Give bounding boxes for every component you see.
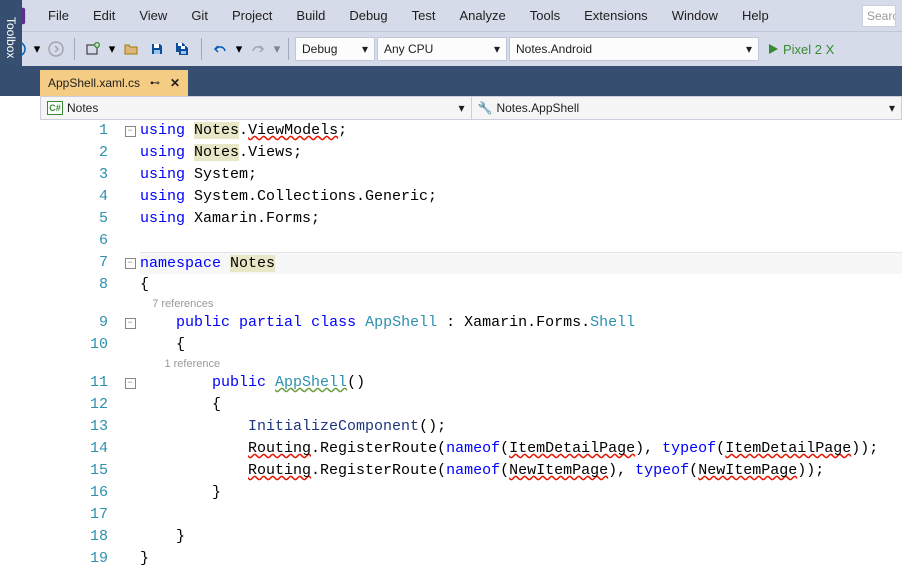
line-number: 7 bbox=[40, 252, 108, 274]
search-input[interactable]: Search bbox=[862, 5, 896, 27]
code-line[interactable]: } bbox=[140, 526, 902, 548]
open-file-button[interactable] bbox=[119, 37, 143, 61]
code-line[interactable] bbox=[140, 230, 902, 252]
line-number: 4 bbox=[40, 186, 108, 208]
line-number: 2 bbox=[40, 142, 108, 164]
code-navigation-bar: C# Notes ▾ 🔧 Notes.AppShell ▾ bbox=[40, 96, 902, 120]
menu-test[interactable]: Test bbox=[400, 2, 448, 29]
undo-button[interactable] bbox=[208, 37, 232, 61]
fold-toggle-icon[interactable]: − bbox=[125, 258, 136, 269]
toolbox-panel-tab[interactable]: Toolbox bbox=[0, 0, 22, 70]
configuration-combo[interactable]: Debug▾ bbox=[295, 37, 375, 61]
line-number: 6 bbox=[40, 230, 108, 252]
code-line[interactable]: Routing.RegisterRoute(nameof(ItemDetailP… bbox=[140, 438, 902, 460]
menu-bar: FileEditViewGitProjectBuildDebugTestAnal… bbox=[0, 0, 902, 32]
menu-extensions[interactable]: Extensions bbox=[572, 2, 660, 29]
redo-button bbox=[246, 37, 270, 61]
menu-view[interactable]: View bbox=[127, 2, 179, 29]
fold-toggle-icon[interactable]: − bbox=[125, 318, 136, 329]
code-editor[interactable]: 12345678910111213141516171819 −−−− using… bbox=[40, 120, 902, 581]
code-line[interactable]: public AppShell() bbox=[140, 372, 902, 394]
menu-items: FileEditViewGitProjectBuildDebugTestAnal… bbox=[36, 2, 781, 29]
code-line[interactable]: using System; bbox=[140, 164, 902, 186]
save-all-button[interactable] bbox=[171, 37, 195, 61]
code-line[interactable]: { bbox=[140, 274, 902, 296]
nav-type-combo[interactable]: 🔧 Notes.AppShell ▾ bbox=[472, 97, 902, 119]
platform-combo[interactable]: Any CPU▾ bbox=[377, 37, 507, 61]
new-project-dropdown[interactable]: ▾ bbox=[107, 41, 117, 57]
class-icon: 🔧 bbox=[478, 101, 493, 115]
code-area[interactable]: using Notes.ViewModels;using Notes.Views… bbox=[140, 120, 902, 581]
code-line[interactable]: Routing.RegisterRoute(nameof(NewItemPage… bbox=[140, 460, 902, 482]
line-number: 11 bbox=[40, 372, 108, 394]
code-line[interactable]: { bbox=[140, 334, 902, 356]
code-line[interactable]: using System.Collections.Generic; bbox=[140, 186, 902, 208]
code-line[interactable]: using Notes.Views; bbox=[140, 142, 902, 164]
codelens[interactable]: 7 references bbox=[140, 296, 902, 312]
line-number: 9 bbox=[40, 312, 108, 334]
line-number: 16 bbox=[40, 482, 108, 504]
codelens[interactable]: 1 reference bbox=[140, 356, 902, 372]
undo-dropdown[interactable]: ▾ bbox=[234, 41, 244, 57]
line-number: 1 bbox=[40, 120, 108, 142]
redo-dropdown: ▾ bbox=[272, 41, 282, 57]
pin-icon[interactable]: ⊷ bbox=[150, 78, 160, 89]
start-debug-button[interactable]: Pixel 2 X bbox=[761, 37, 840, 61]
line-number: 14 bbox=[40, 438, 108, 460]
fold-toggle-icon[interactable]: − bbox=[125, 126, 136, 137]
nav-scope-combo[interactable]: C# Notes ▾ bbox=[41, 97, 472, 119]
code-line[interactable]: using Notes.ViewModels; bbox=[140, 120, 902, 142]
save-button[interactable] bbox=[145, 37, 169, 61]
line-number: 19 bbox=[40, 548, 108, 570]
new-project-button[interactable] bbox=[81, 37, 105, 61]
code-line[interactable]: InitializeComponent(); bbox=[140, 416, 902, 438]
menu-tools[interactable]: Tools bbox=[518, 2, 572, 29]
line-number: 17 bbox=[40, 504, 108, 526]
menu-edit[interactable]: Edit bbox=[81, 2, 127, 29]
outlining-margin[interactable]: − − − − bbox=[120, 120, 140, 581]
line-number: 8 bbox=[40, 274, 108, 296]
menu-project[interactable]: Project bbox=[220, 2, 284, 29]
close-icon[interactable]: ✕ bbox=[170, 76, 180, 90]
menu-debug[interactable]: Debug bbox=[337, 2, 399, 29]
code-line[interactable]: public partial class AppShell : Xamarin.… bbox=[140, 312, 902, 334]
document-tab-well: AppShell.xaml.cs ⊷ ✕ bbox=[0, 66, 902, 96]
file-tab-appshell[interactable]: AppShell.xaml.cs ⊷ ✕ bbox=[40, 70, 188, 96]
line-number: 12 bbox=[40, 394, 108, 416]
line-number: 5 bbox=[40, 208, 108, 230]
code-line[interactable]: } bbox=[140, 548, 902, 570]
toolbar: ▾ ▾ ▾ ▾ Debug▾ Any CPU▾ Notes.Android▾ P… bbox=[0, 32, 902, 66]
line-number: 10 bbox=[40, 334, 108, 356]
menu-window[interactable]: Window bbox=[660, 2, 730, 29]
line-number-gutter: 12345678910111213141516171819 bbox=[40, 120, 120, 581]
code-line[interactable]: using Xamarin.Forms; bbox=[140, 208, 902, 230]
code-line[interactable]: } bbox=[140, 482, 902, 504]
startup-project-combo[interactable]: Notes.Android▾ bbox=[509, 37, 759, 61]
code-line[interactable]: namespace Notes bbox=[140, 252, 902, 274]
menu-file[interactable]: File bbox=[36, 2, 81, 29]
menu-analyze[interactable]: Analyze bbox=[447, 2, 517, 29]
menu-help[interactable]: Help bbox=[730, 2, 781, 29]
line-number: 15 bbox=[40, 460, 108, 482]
code-line[interactable]: { bbox=[140, 394, 902, 416]
fold-toggle-icon[interactable]: − bbox=[125, 378, 136, 389]
line-number: 3 bbox=[40, 164, 108, 186]
nav-forward-button bbox=[44, 37, 68, 61]
file-tab-label: AppShell.xaml.cs bbox=[48, 76, 140, 90]
code-line[interactable] bbox=[140, 504, 902, 526]
menu-git[interactable]: Git bbox=[179, 2, 220, 29]
line-number: 18 bbox=[40, 526, 108, 548]
menu-build[interactable]: Build bbox=[284, 2, 337, 29]
csharp-icon: C# bbox=[47, 101, 63, 115]
line-number: 13 bbox=[40, 416, 108, 438]
nav-back-dropdown[interactable]: ▾ bbox=[32, 41, 42, 57]
